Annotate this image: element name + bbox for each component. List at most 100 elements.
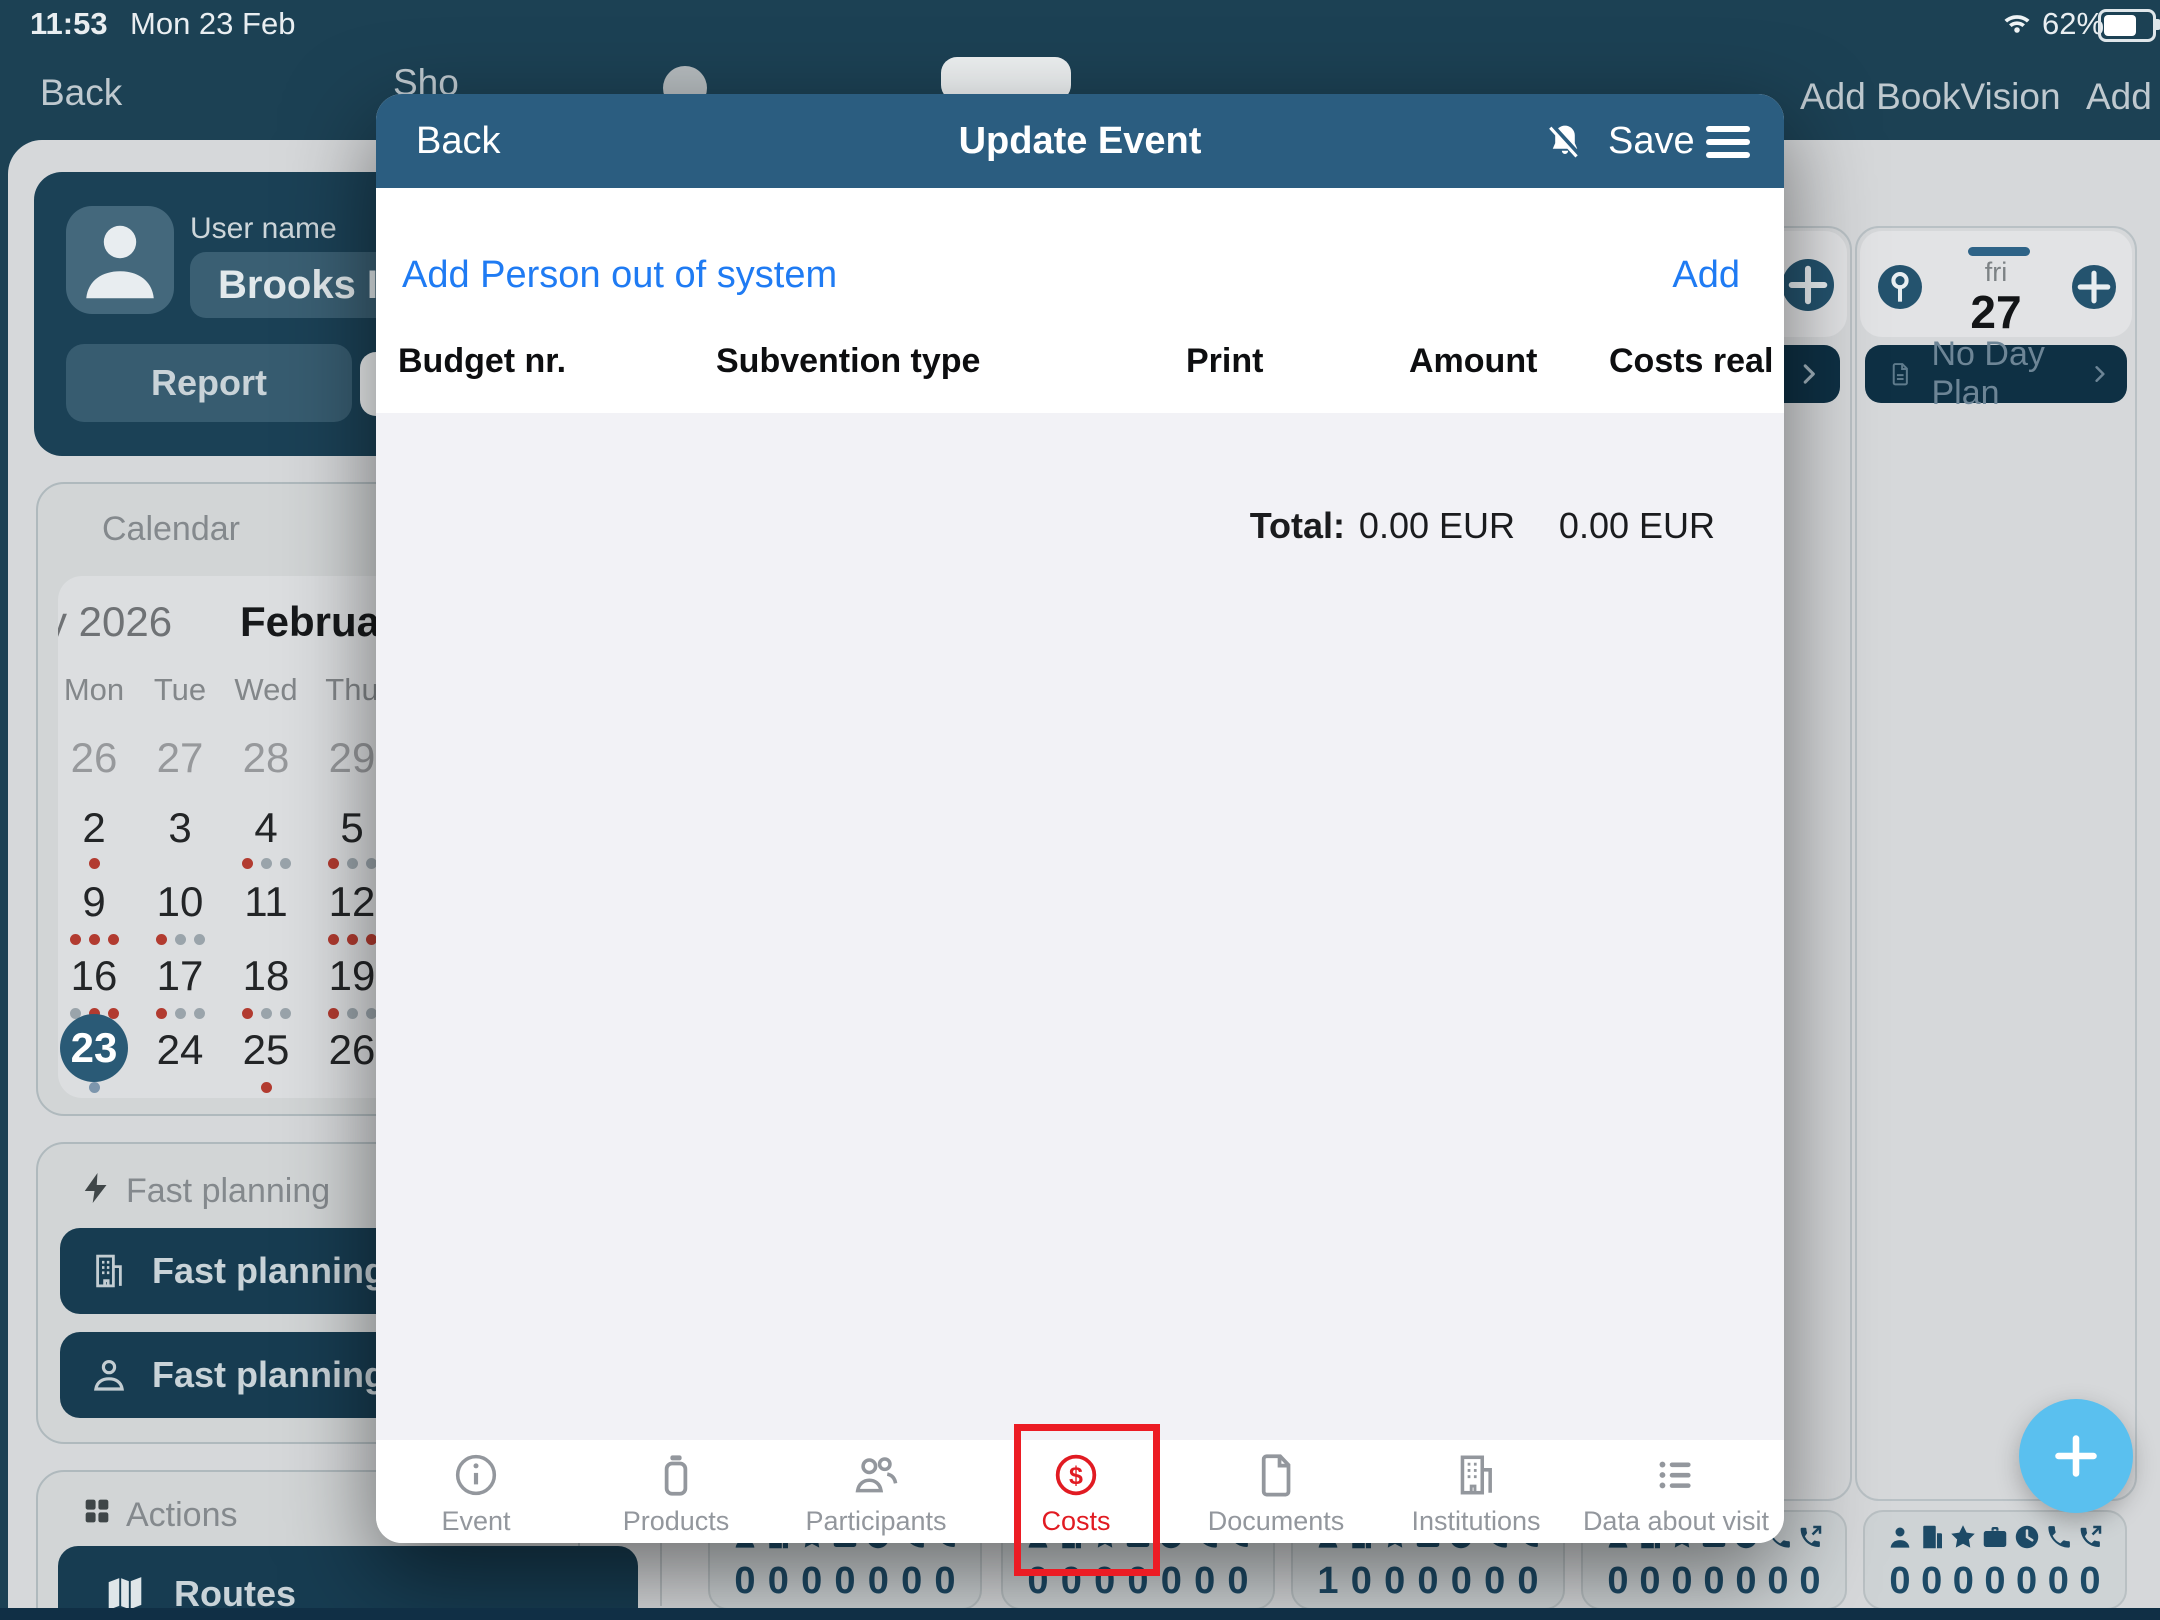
tab-participants[interactable]: Participants [776,1440,976,1543]
stat-value: 0 [863,1560,893,1603]
day-card-daynum: 27 [1860,285,2132,339]
total-amount: 0.00 EUR [1315,505,1515,547]
wifi-icon [2000,8,2034,38]
tab-label: Documents [1208,1506,1345,1537]
calendar-day-dots [137,934,223,945]
stat-value: 0 [1667,1560,1697,1603]
actions-title: Actions [126,1496,238,1535]
building-icon [88,1250,130,1292]
stat-value: 0 [763,1560,793,1603]
building-icon [1917,1522,1947,1552]
stat-value: 0 [1635,1560,1665,1603]
calendar-dow: Wed [223,672,309,708]
calendar-day-3[interactable]: 3 [137,804,223,852]
calendar-day-9[interactable]: 9 [58,878,137,926]
calendar-day-23[interactable]: 23 [60,1014,128,1082]
user-avatar-icon [66,206,174,314]
stat-value: 0 [1980,1560,2010,1603]
tab-label: Data about visit [1583,1506,1769,1537]
tab-label: Institutions [1411,1506,1540,1537]
day-card-fri-27: fri 27 No Day Plan [1855,226,2137,1501]
calendar-day-4[interactable]: 4 [223,804,309,852]
list-icon [1651,1450,1701,1500]
app-back-button[interactable]: Back [40,72,122,114]
report-button[interactable]: Report [66,344,352,422]
calendar-dow: Mon [58,672,137,708]
phone-outgoing-icon [2075,1522,2105,1552]
tab-institutions[interactable]: Institutions [1376,1440,1576,1543]
add-cost-link[interactable]: Add [1672,254,1740,297]
calendar-day-dots [58,1082,137,1093]
stat-value: 0 [1480,1560,1510,1603]
col-subvention-type: Subvention type [716,342,980,381]
day-card-header: fri 27 [1860,231,2132,337]
calendar-day-25[interactable]: 25 [223,1026,309,1074]
calendar-day-16[interactable]: 16 [58,952,137,1000]
calendar-day-26[interactable]: 26 [58,734,137,782]
institution-icon [1451,1450,1501,1500]
calendar-day-11[interactable]: 11 [223,878,309,926]
fast-planning-title: Fast planning [126,1172,330,1211]
phone-icon [2043,1522,2073,1552]
stat-value: 0 [1223,1560,1253,1603]
menu-icon[interactable] [1706,126,1750,158]
document-icon [1251,1450,1301,1500]
calendar-day-17[interactable]: 17 [137,952,223,1000]
stat-value: 0 [1446,1560,1476,1603]
calendar-day-dots [137,1008,223,1019]
battery-percent: 62% [2042,6,2104,42]
chevron-right-icon [2089,361,2111,387]
add-event-icon[interactable] [1782,259,1834,311]
tab-label: Event [441,1506,510,1537]
stat-value: 0 [2043,1560,2073,1603]
modal-header: Back Update Event Save [376,94,1784,188]
briefcase-icon [1980,1522,2010,1552]
add-button[interactable]: Add [2086,76,2152,118]
save-button[interactable]: Save [1608,120,1695,163]
calendar-day-dots [58,934,137,945]
phone-outgoing-icon [1795,1522,1825,1552]
tab-label: Participants [805,1506,946,1537]
col-budget-nr: Budget nr. [398,342,566,381]
person-icon [1885,1522,1915,1552]
no-day-plan-button[interactable]: No Day Plan [1865,345,2127,403]
panel-divider [660,1540,662,1606]
calendar-day-2[interactable]: 2 [58,804,137,852]
stat-value: 0 [1603,1560,1633,1603]
calendar-day-27[interactable]: 27 [137,734,223,782]
drag-handle[interactable] [1968,247,2030,256]
col-print: Print [1186,342,1263,381]
add-bookvision-button[interactable]: Add BookVision [1800,76,2061,118]
stat-value: 0 [930,1560,960,1603]
tab-label: Products [623,1506,730,1537]
no-day-plan-label: No Day Plan [1931,335,2089,413]
stat-value: 0 [1380,1560,1410,1603]
user-name-label: User name [190,212,337,246]
costs-highlight-box [1014,1424,1160,1576]
calendar-day-24[interactable]: 24 [137,1026,223,1074]
tab-documents[interactable]: Documents [1176,1440,1376,1543]
notifications-off-icon[interactable] [1544,118,1586,164]
jar-icon [651,1450,701,1500]
calendar-title: Calendar [102,510,240,549]
person-icon [88,1354,130,1396]
costs-table-body: Total: 0.00 EUR 0.00 EUR [376,413,1784,1440]
calendar-day-28[interactable]: 28 [223,734,309,782]
status-date: Mon 23 Feb [130,6,295,42]
stat-value: 0 [830,1560,860,1603]
tab-products[interactable]: Products [576,1440,776,1543]
clock-icon [2012,1522,2042,1552]
stat-value: 0 [1795,1560,1825,1603]
update-event-modal: Back Update Event Save Add Person out of… [376,94,1784,1543]
stat-value: 0 [1699,1560,1729,1603]
add-person-link[interactable]: Add Person out of system [402,254,837,297]
tab-data-about-visit[interactable]: Data about visit [1576,1440,1776,1543]
calendar-day-18[interactable]: 18 [223,952,309,1000]
stat-value: 0 [1763,1560,1793,1603]
calendar-day-10[interactable]: 10 [137,878,223,926]
battery-icon [2098,9,2156,42]
stat-value: 0 [1346,1560,1376,1603]
fab-add-button[interactable] [2019,1399,2133,1513]
tab-event[interactable]: Event [376,1440,576,1543]
col-costs-real: Costs real [1609,342,1773,381]
